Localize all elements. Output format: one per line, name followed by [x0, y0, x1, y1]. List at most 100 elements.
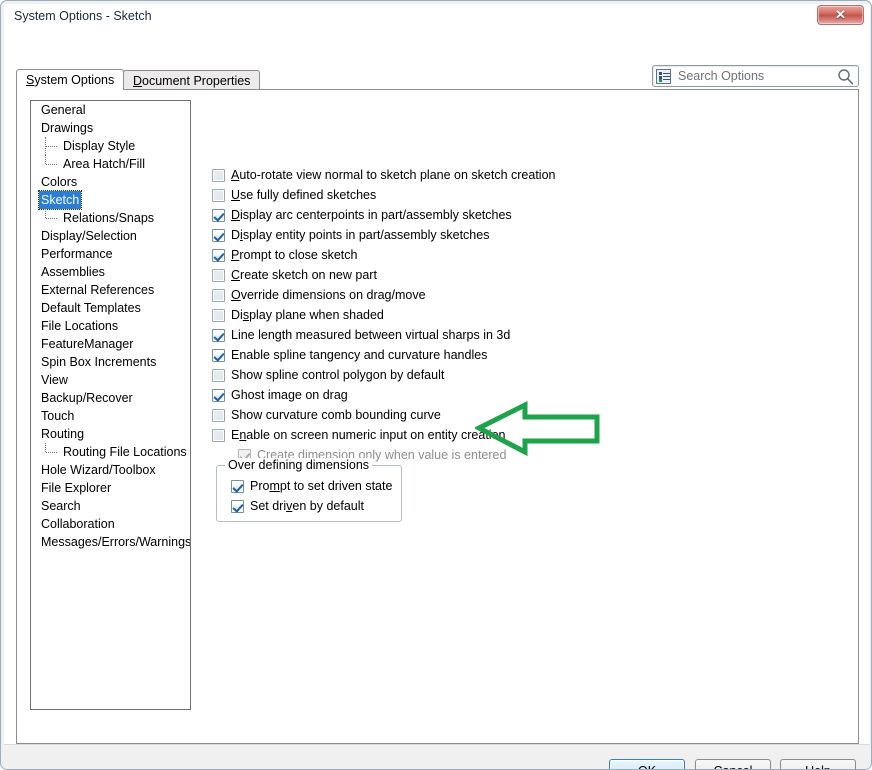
- option-override-dimensions-on-drag-move[interactable]: Override dimensions on drag/move: [212, 286, 426, 304]
- tree-item-label: Hole Wizard/Toolbox: [41, 463, 156, 477]
- checkbox-unchecked-icon[interactable]: [212, 288, 225, 302]
- option-auto-rotate-view-normal-to-sketch-plane-on-sketc[interactable]: Auto-rotate view normal to sketch plane …: [212, 166, 555, 184]
- tree-item-view[interactable]: View: [31, 371, 190, 389]
- tree-item-label: Default Templates: [41, 301, 141, 315]
- tree-branch-icon: [45, 443, 59, 461]
- window-title: System Options - Sketch: [14, 9, 152, 23]
- tab-system-options[interactable]: System Options: [16, 69, 125, 90]
- system-options-dialog: System Options - Sketch ✕ System Opti: [0, 0, 872, 770]
- option-use-fully-defined-sketches[interactable]: Use fully defined sketches: [212, 186, 376, 204]
- checkbox-checked-icon[interactable]: [212, 348, 225, 362]
- tree-item-display-selection[interactable]: Display/Selection: [31, 227, 190, 245]
- option-label: Override dimensions on drag/move: [231, 287, 426, 302]
- close-icon: ✕: [835, 7, 846, 22]
- tree-item-label: Drawings: [41, 121, 94, 135]
- checkbox-unchecked-icon[interactable]: [212, 308, 225, 322]
- option-set-driven-by-default[interactable]: Set driven by default: [231, 497, 364, 515]
- option-label: Use fully defined sketches: [231, 187, 377, 202]
- option-display-entity-points-in-part-assembly-sketches[interactable]: Display entity points in part/assembly s…: [212, 226, 489, 244]
- checkbox-unchecked-icon[interactable]: [212, 188, 225, 202]
- checkbox-unchecked-icon[interactable]: [212, 168, 225, 182]
- checkbox-checked-icon[interactable]: [231, 479, 244, 493]
- tree-item-hole-wizard-toolbox[interactable]: Hole Wizard/Toolbox: [31, 461, 190, 479]
- ok-button[interactable]: OK: [609, 759, 685, 769]
- tree-item-label: Performance: [41, 247, 113, 261]
- tree-item-search[interactable]: Search: [31, 497, 190, 515]
- option-create-sketch-on-new-part[interactable]: Create sketch on new part: [212, 266, 377, 284]
- checkbox-unchecked-icon[interactable]: [212, 368, 225, 382]
- tree-item-default-templates[interactable]: Default Templates: [31, 299, 190, 317]
- tree-item-label: FeatureManager: [41, 337, 134, 351]
- help-button-label: Help: [805, 764, 831, 770]
- tab-document-properties[interactable]: Document Properties: [123, 70, 261, 89]
- option-label: Line length measured between virtual sha…: [231, 327, 511, 342]
- tree-item-touch[interactable]: Touch: [31, 407, 190, 425]
- options-tree[interactable]: General Drawings Display Style Area Hatch/F…: [30, 100, 191, 710]
- group-title: Over defining dimensions: [225, 458, 373, 472]
- option-label: Show spline control polygon by default: [231, 367, 445, 382]
- tree-item-colors[interactable]: Colors: [31, 173, 190, 191]
- dialog-button-bar: OK Cancel Help: [4, 744, 870, 770]
- tree-item-general[interactable]: General: [31, 101, 190, 119]
- option-show-curvature-comb-bounding-curve[interactable]: Show curvature comb bounding curve: [212, 406, 441, 424]
- option-display-arc-centerpoints-in-part-assembly-sketch[interactable]: Display arc centerpoints in part/assembl…: [212, 206, 512, 224]
- tree-item-label: File Locations: [41, 319, 119, 333]
- option-enable-on-screen-numeric-input-on-entity-creatio[interactable]: Enable on screen numeric input on entity…: [212, 426, 505, 444]
- close-button[interactable]: ✕: [817, 5, 864, 25]
- tree-item-external-references[interactable]: External References: [31, 281, 190, 299]
- tree-item-collaboration[interactable]: Collaboration: [31, 515, 190, 533]
- option-show-spline-control-polygon-by-default[interactable]: Show spline control polygon by default: [212, 366, 444, 384]
- option-prompt-to-set-driven-state[interactable]: Prompt to set driven state: [231, 477, 392, 495]
- tree-item-label: Touch: [41, 409, 75, 423]
- tree-item-label: Display/Selection: [41, 229, 137, 243]
- tree-item-label: General: [41, 103, 86, 117]
- tree-item-spin-box-increments[interactable]: Spin Box Increments: [31, 353, 190, 371]
- checkbox-unchecked-icon[interactable]: [212, 428, 225, 442]
- over-defining-dimensions-group: Over defining dimensions Prompt to set d…: [216, 458, 402, 522]
- help-button[interactable]: Help: [780, 759, 856, 770]
- tree-item-label: Relations/Snaps: [63, 211, 155, 225]
- tree-item-performance[interactable]: Performance: [31, 245, 190, 263]
- tree-item-sketch[interactable]: Sketch: [31, 190, 190, 210]
- option-label: Auto-rotate view normal to sketch plane …: [231, 167, 556, 182]
- tree-branch-icon: [45, 209, 59, 227]
- option-prompt-to-close-sketch[interactable]: Prompt to close sketch: [212, 246, 357, 264]
- tree-item-label: File Explorer: [41, 481, 112, 495]
- tree-item-label: View: [41, 373, 68, 387]
- option-line-length-measured-between-virtual-sharps-in-3[interactable]: Line length measured between virtual sha…: [212, 326, 510, 344]
- tree-item-file-locations[interactable]: File Locations: [31, 317, 190, 335]
- tree-item-drawings[interactable]: Drawings: [31, 119, 190, 137]
- checkbox-checked-icon[interactable]: [212, 248, 225, 262]
- tree-item-label: Spin Box Increments: [41, 355, 157, 369]
- tree-branch-icon: [45, 155, 59, 173]
- cancel-button[interactable]: Cancel: [695, 759, 771, 769]
- tree-item-file-explorer[interactable]: File Explorer: [31, 479, 190, 497]
- option-enable-spline-tangency-and-curvature-handles[interactable]: Enable spline tangency and curvature han…: [212, 346, 487, 364]
- option-label: Ghost image on drag: [231, 387, 348, 402]
- tree-item-relations-snaps[interactable]: Relations/Snaps: [31, 209, 190, 227]
- checkbox-unchecked-icon[interactable]: [212, 268, 225, 282]
- tree-item-label: Display Style: [63, 139, 136, 153]
- tree-item-messages-errors-warnings[interactable]: Messages/Errors/Warnings: [31, 533, 190, 551]
- tree-item-routing[interactable]: Routing: [31, 425, 190, 443]
- option-display-plane-when-shaded[interactable]: Display plane when shaded: [212, 306, 384, 324]
- tree-item-assemblies[interactable]: Assemblies: [31, 263, 190, 281]
- checkbox-unchecked-icon[interactable]: [212, 408, 225, 422]
- checkbox-checked-icon[interactable]: [212, 228, 225, 242]
- checkbox-checked-icon[interactable]: [212, 328, 225, 342]
- dialog-body: System OptionsDocument Properties Genera…: [4, 31, 870, 770]
- tree-item-label: Messages/Errors/Warnings: [41, 535, 191, 549]
- checkbox-checked-icon[interactable]: [212, 388, 225, 402]
- tree-item-backup-recover[interactable]: Backup/Recover: [31, 389, 190, 407]
- option-label: Display entity points in part/assembly s…: [231, 227, 490, 242]
- option-ghost-image-on-drag[interactable]: Ghost image on drag: [212, 386, 348, 404]
- tab-strip: System Options Document Properties: [16, 69, 859, 90]
- option-label: Create sketch on new part: [231, 267, 377, 282]
- tree-item-routing-file-locations[interactable]: Routing File Locations: [31, 443, 190, 461]
- tree-item-area-hatch-fill[interactable]: Area Hatch/Fill: [31, 155, 190, 173]
- option-label: Show curvature comb bounding curve: [231, 407, 441, 422]
- checkbox-checked-icon[interactable]: [231, 499, 244, 513]
- tree-item-display-style[interactable]: Display Style: [31, 137, 190, 155]
- checkbox-checked-icon[interactable]: [212, 208, 225, 222]
- tree-item-featuremanager[interactable]: FeatureManager: [31, 335, 190, 353]
